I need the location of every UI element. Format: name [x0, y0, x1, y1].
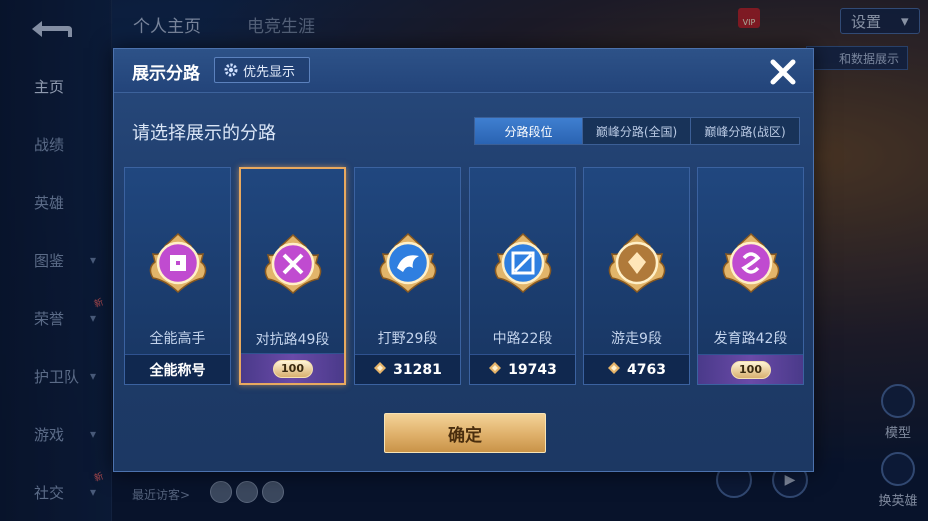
lane-card-name: 游走9段: [611, 331, 662, 347]
lane-card[interactable]: 发育路42段 100: [697, 167, 804, 385]
lane-card-name: 全能高手: [149, 331, 206, 347]
title-label: 全能称号: [149, 362, 206, 379]
lane-card[interactable]: 中路22段 19743: [469, 167, 576, 385]
roam-emblem-icon: [602, 228, 672, 298]
tab-lane-rank[interactable]: 分路段位: [475, 118, 583, 144]
lane-card-footer: 全能称号: [125, 354, 230, 384]
lane-card-footer: 19743: [470, 354, 575, 384]
close-icon: [770, 59, 796, 85]
allround-emblem-icon: [143, 228, 213, 298]
mid-lane-emblem-icon: [488, 228, 558, 298]
rank-points-value: 31281: [393, 361, 442, 378]
jungle-emblem-icon: [373, 228, 443, 298]
tab-peak-lane-region[interactable]: 巅峰分路(战区): [691, 118, 799, 144]
clash-lane-emblem-icon: [258, 229, 328, 299]
lane-card-name: 对抗路49段: [255, 332, 330, 348]
lane-card[interactable]: 打野29段 31281: [354, 167, 461, 385]
rank-points-value: 4763: [627, 361, 666, 378]
selection-prompt: 请选择展示的分路: [132, 123, 276, 144]
tab-peak-lane-national[interactable]: 巅峰分路(全国): [583, 118, 691, 144]
star-badge: 100: [272, 359, 313, 378]
star-badge: 100: [730, 360, 771, 379]
gear-icon: [224, 63, 238, 77]
farm-lane-emblem-icon: [716, 228, 786, 298]
rank-points-value: 19743: [508, 361, 557, 378]
priority-display-button[interactable]: 优先显示: [214, 57, 310, 83]
confirm-label: 确定: [448, 425, 482, 446]
rank-points-icon: [373, 361, 387, 379]
lane-card-footer: 100: [241, 353, 344, 383]
rank-points-icon: [488, 361, 502, 379]
lane-card-name: 中路22段: [492, 331, 553, 347]
rank-points-icon: [607, 361, 621, 379]
dialog-header: 展示分路 优先显示: [114, 49, 813, 93]
lane-card-name: 打野29段: [377, 331, 438, 347]
priority-display-label: 优先显示: [243, 64, 296, 80]
dialog-title: 展示分路: [132, 64, 200, 84]
lane-card-footer: 4763: [584, 354, 689, 384]
lane-card[interactable]: 游走9段 4763: [583, 167, 690, 385]
confirm-button[interactable]: 确定: [384, 413, 546, 453]
lane-type-segmented-control: 分路段位 巅峰分路(全国) 巅峰分路(战区): [474, 117, 800, 145]
lane-card[interactable]: 对抗路49段 100: [239, 167, 346, 385]
lane-card-name: 发育路42段: [713, 331, 788, 347]
lane-card-footer: 31281: [355, 354, 460, 384]
lane-card-footer: 100: [698, 354, 803, 384]
lane-card[interactable]: 全能高手 全能称号: [124, 167, 231, 385]
close-button[interactable]: [766, 55, 800, 89]
lane-display-dialog: 展示分路 优先显示 请选择展示的分路 分路段位 巅峰分路(全国) 巅峰分路(战区…: [113, 48, 814, 472]
